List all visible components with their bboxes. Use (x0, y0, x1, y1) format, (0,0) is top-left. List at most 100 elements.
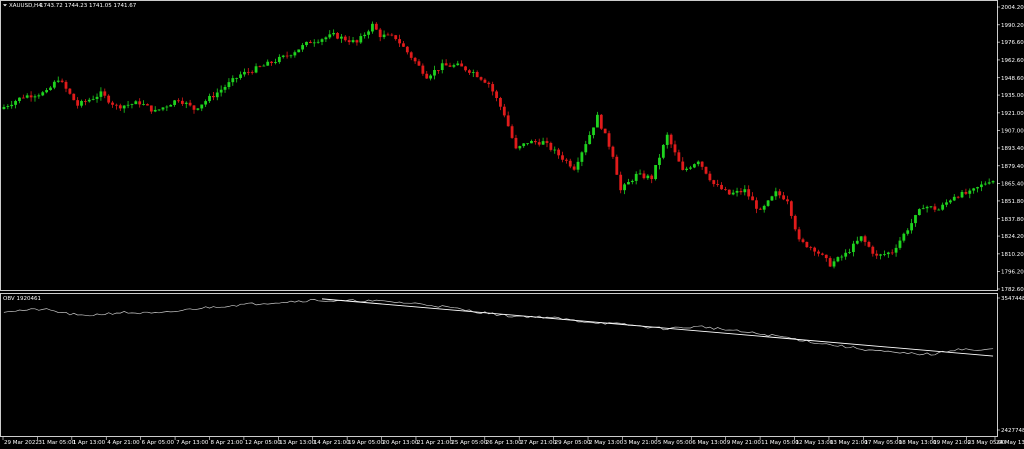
candle-body (208, 95, 211, 102)
candle-body (49, 87, 52, 91)
candle-body (510, 126, 514, 138)
time-tick-label: 8 Apr 21:00 (210, 440, 243, 446)
candle-body (254, 66, 258, 73)
candle-body (367, 31, 370, 35)
candle-body (751, 196, 754, 201)
price-tick-label: 1851.80 (1001, 199, 1024, 205)
candle-body (60, 80, 64, 82)
candle-body (64, 81, 68, 89)
candle-body (41, 92, 45, 96)
candle-body (630, 180, 634, 183)
candle-body (227, 82, 231, 88)
candle-body (471, 71, 475, 73)
candle-body (355, 40, 359, 43)
time-tick-label: 29 Apr 05:00 (555, 440, 591, 446)
candle-body (390, 34, 394, 36)
candle-body (188, 102, 192, 106)
candle-body (262, 65, 266, 67)
candle-body (762, 205, 766, 210)
candle-body (716, 184, 720, 185)
time-tick-label: 26 Apr 13:00 (486, 440, 522, 446)
candle-body (277, 56, 281, 63)
candle-body (615, 156, 619, 175)
candle-body (945, 202, 948, 205)
price-tick-label: 1921.00 (1001, 111, 1024, 117)
candle-body (281, 55, 285, 57)
price-tick-label: 1962.60 (1001, 58, 1024, 64)
candle-body (848, 252, 851, 253)
time-tick-label: 14 Apr 21:00 (314, 440, 350, 446)
candle-body (840, 256, 844, 258)
candle-body (755, 200, 758, 209)
candle-body (270, 61, 273, 63)
price-tick-label: 1810.20 (1001, 252, 1024, 258)
candle-body (83, 101, 87, 102)
candle-body (146, 104, 149, 106)
candle-body (910, 223, 914, 231)
candle-body (351, 40, 355, 43)
price-tick-label: 1935.00 (1001, 93, 1024, 99)
candle-body (491, 84, 495, 92)
candle-body (340, 36, 343, 39)
candle-body (301, 45, 305, 50)
candle-body (607, 133, 611, 147)
candle-body (80, 101, 83, 106)
candle-body (153, 109, 157, 112)
candle-body (231, 78, 235, 83)
ohlc-header: 1743.72 1744.23 1741.05 1741.67 (40, 3, 137, 9)
candle-body (968, 190, 972, 194)
candle-body (929, 206, 933, 208)
candle-body (976, 187, 979, 189)
candle-body (21, 97, 25, 99)
time-tick-label: 6 Apr 05:00 (142, 440, 175, 446)
candle-body (522, 143, 526, 147)
symbol-label: XAUUSD,H4 (9, 3, 42, 9)
candle-body (797, 229, 801, 240)
candle-body (68, 88, 72, 94)
candle-body (770, 196, 774, 201)
candle-body (502, 106, 506, 116)
candle-body (863, 236, 867, 242)
candle-body (557, 149, 561, 156)
candle-body (289, 55, 293, 57)
candle-body (894, 247, 898, 253)
candle-body (789, 201, 793, 216)
candle-body (196, 108, 200, 110)
candle-body (56, 80, 60, 82)
candle-body (681, 161, 685, 170)
candle-body (495, 91, 498, 99)
candle-body (844, 252, 848, 257)
candle-body (258, 66, 262, 68)
candle-body (464, 66, 467, 71)
candle-body (735, 190, 739, 193)
candle-body (374, 23, 378, 30)
candle-body (165, 106, 169, 108)
price-tick-label: 1824.20 (1001, 234, 1024, 240)
candle-body (405, 46, 409, 53)
candle-body (646, 175, 650, 179)
price-tick-label: 1990.20 (1001, 23, 1024, 29)
candle-body (925, 206, 929, 209)
candle-body (879, 254, 882, 256)
candle-body (541, 141, 545, 145)
candle-body (514, 137, 518, 149)
candle-body (793, 215, 797, 230)
candle-body (712, 180, 716, 185)
candle-body (250, 72, 254, 73)
candle-body (564, 159, 568, 161)
candle-body (324, 37, 328, 40)
candle-body (898, 240, 902, 248)
candle-body (855, 240, 859, 244)
candle-body (25, 95, 29, 98)
candle-body (266, 61, 270, 66)
time-tick-label: 13 Apr 13:00 (279, 440, 315, 446)
candle-body (537, 142, 541, 145)
candle-body (91, 98, 95, 100)
candle-body (18, 97, 21, 102)
candle-body (95, 96, 99, 99)
candle-body (774, 191, 778, 197)
time-tick-label: 9 May 21:00 (727, 440, 762, 446)
candlestick-chart[interactable]: XAUUSD,H4 1743.72 1744.23 1741.05 1741.6… (0, 0, 1024, 449)
candle-body (76, 100, 80, 106)
time-tick-label: 19 Apr 05:00 (348, 440, 384, 446)
